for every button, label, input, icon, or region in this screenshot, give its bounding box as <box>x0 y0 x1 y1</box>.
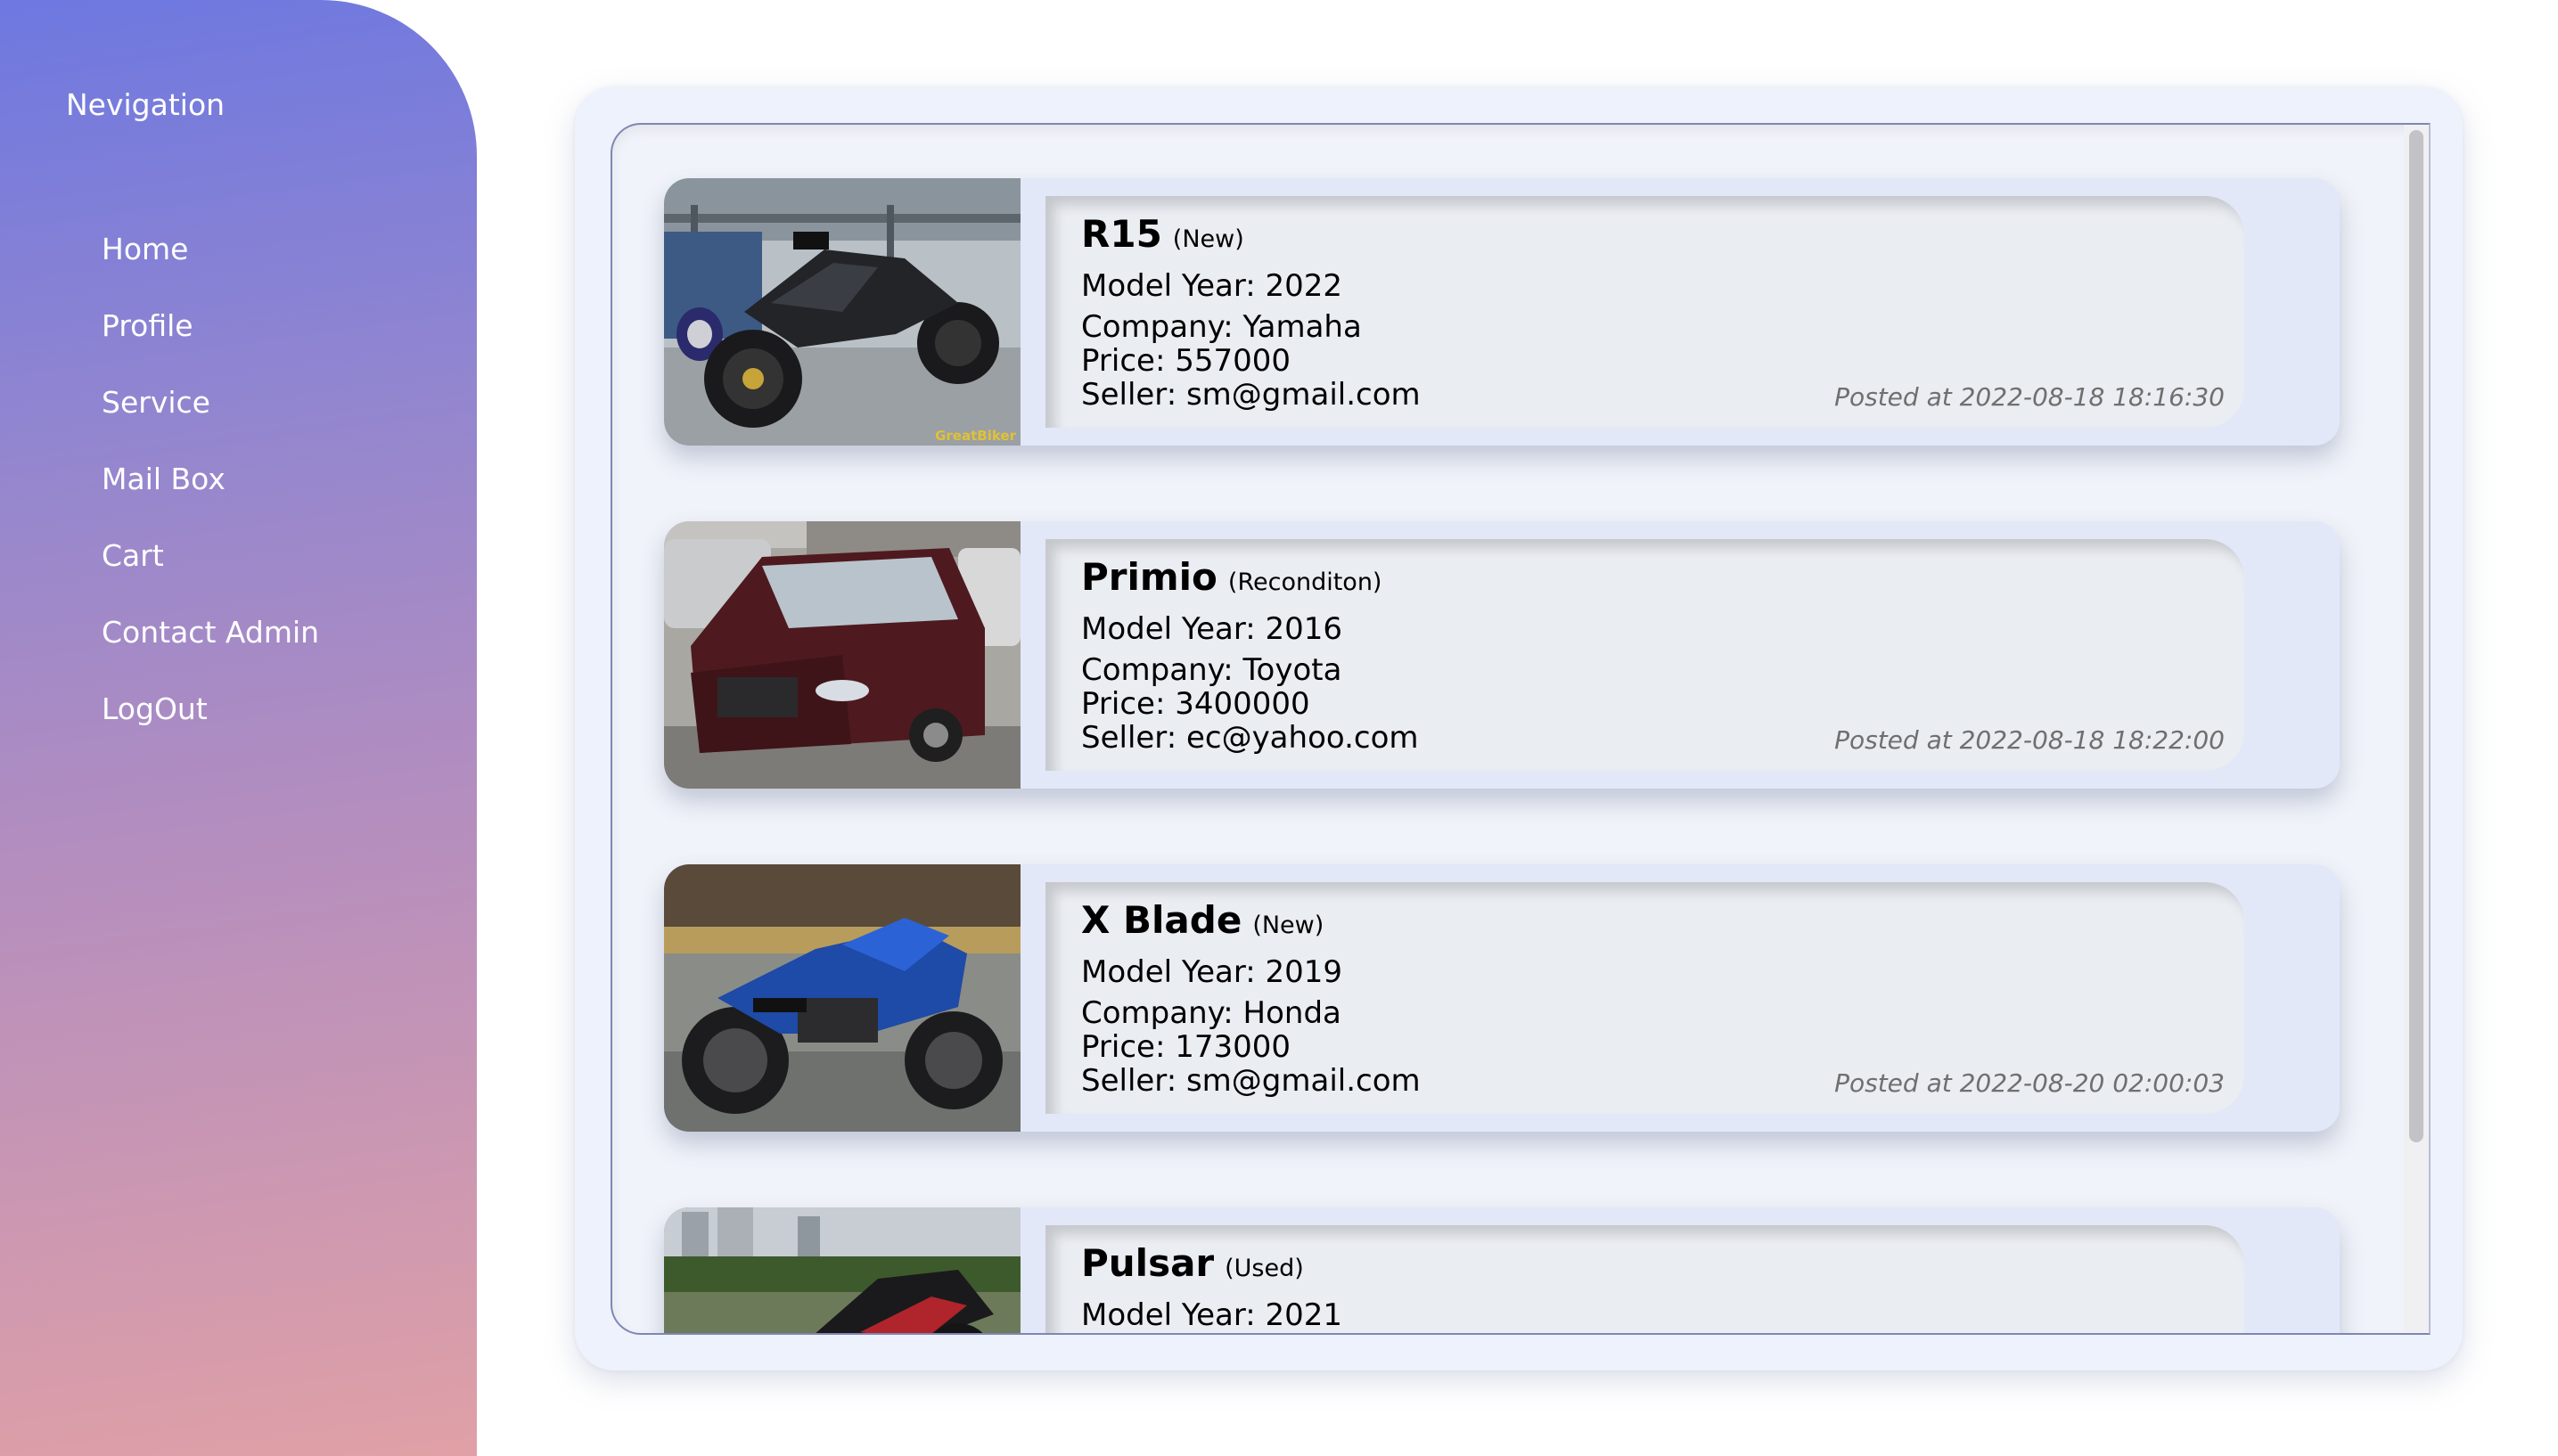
vehicle-name[interactable]: X Blade <box>1081 898 1242 942</box>
vehicle-condition: (New) <box>1172 225 1244 253</box>
listing-image[interactable] <box>664 521 1021 789</box>
posted-timestamp: Posted at 2022-08-18 18:22:00 <box>1834 725 2225 755</box>
listing-card[interactable]: X Blade (New) Model Year: 2019 Company: … <box>664 864 2340 1132</box>
posted-timestamp: Posted at 2022-08-18 18:16:30 <box>1834 382 2225 412</box>
listing-details: X Blade (New) Model Year: 2019 Company: … <box>1045 882 2244 1114</box>
vehicle-name[interactable]: Primio <box>1081 555 1218 599</box>
listing-image[interactable]: GreatBiker <box>664 178 1021 446</box>
vehicle-condition: (Reconditon) <box>1227 568 1382 596</box>
sidebar-item-mail-box[interactable]: Mail Box <box>102 460 319 536</box>
sidebar-item-contact-admin[interactable]: Contact Admin <box>102 613 319 690</box>
posted-timestamp: Posted at 2022-08-20 02:00:03 <box>1834 1068 2225 1098</box>
sidebar: Nevigation Home Profile Service Mail Box… <box>0 0 477 1456</box>
listing-details: Primio (Reconditon) Model Year: 2016 Com… <box>1045 539 2244 771</box>
price: Price: 3400000 <box>1081 686 1310 722</box>
sidebar-item-logout[interactable]: LogOut <box>102 690 319 766</box>
price: Price: 557000 <box>1081 343 1291 379</box>
model-year: Model Year: 2022 <box>1081 268 1343 304</box>
listing-card[interactable]: Primio (Reconditon) Model Year: 2016 Com… <box>664 521 2340 789</box>
listing-image[interactable] <box>664 1207 1021 1333</box>
svg-text:GreatBiker: GreatBiker <box>935 428 1016 444</box>
listing-image[interactable] <box>664 864 1021 1132</box>
vehicle-name[interactable]: Pulsar <box>1081 1241 1214 1285</box>
company: Company: Honda <box>1081 995 1341 1031</box>
company: Company: Toyota <box>1081 652 1342 688</box>
price: Price: 173000 <box>1081 1029 1291 1065</box>
listing-card[interactable]: GreatBiker R15 (New) Model Year: 2022 Co… <box>664 178 2340 446</box>
model-year: Model Year: 2021 <box>1081 1297 1343 1333</box>
listing-details: R15 (New) Model Year: 2022 Company: Yama… <box>1045 196 2244 428</box>
scrollbar[interactable] <box>2404 125 2429 1333</box>
listings-panel: GreatBiker R15 (New) Model Year: 2022 Co… <box>575 87 2463 1370</box>
listings-scroll-area[interactable]: GreatBiker R15 (New) Model Year: 2022 Co… <box>611 123 2431 1335</box>
company: Company: Yamaha <box>1081 309 1362 345</box>
model-year: Model Year: 2019 <box>1081 954 1343 990</box>
sidebar-menu: Home Profile Service Mail Box Cart Conta… <box>102 230 319 766</box>
vehicle-name[interactable]: R15 <box>1081 212 1162 256</box>
scrollbar-thumb[interactable] <box>2409 130 2423 1142</box>
model-year: Model Year: 2016 <box>1081 611 1343 647</box>
sidebar-item-service[interactable]: Service <box>102 383 319 460</box>
listing-card[interactable]: Pulsar (Used) Model Year: 2021 <box>664 1207 2340 1333</box>
sidebar-item-cart[interactable]: Cart <box>102 536 319 613</box>
sidebar-item-home[interactable]: Home <box>102 230 319 307</box>
vehicle-condition: (Used) <box>1225 1255 1304 1282</box>
sidebar-title: Nevigation <box>66 87 225 122</box>
listing-details: Pulsar (Used) Model Year: 2021 <box>1045 1225 2244 1333</box>
vehicle-condition: (New) <box>1252 912 1324 939</box>
sidebar-item-profile[interactable]: Profile <box>102 307 319 383</box>
